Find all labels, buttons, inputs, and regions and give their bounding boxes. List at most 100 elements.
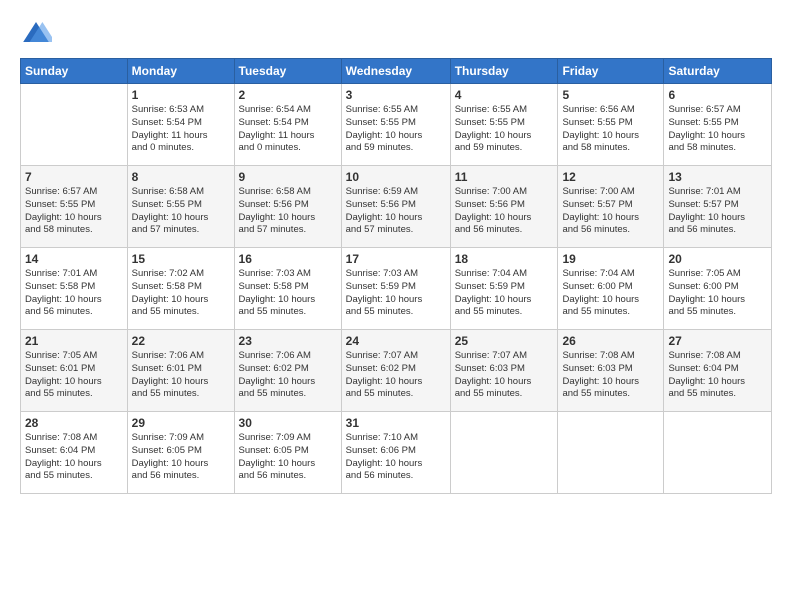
calendar-cell: [450, 412, 558, 494]
calendar-cell: 2 Sunrise: 6:54 AM Sunset: 5:54 PM Daylig…: [234, 84, 341, 166]
calendar-cell: 10 Sunrise: 6:59 AM Sunset: 5:56 PM Dayli…: [341, 166, 450, 248]
day-number: 19: [562, 252, 659, 266]
calendar-cell: 15 Sunrise: 7:02 AM Sunset: 5:58 PM Dayli…: [127, 248, 234, 330]
day-number: 21: [25, 334, 123, 348]
day-number: 2: [239, 88, 337, 102]
calendar-week: 21 Sunrise: 7:05 AM Sunset: 6:01 PM Dayli…: [21, 330, 772, 412]
day-info: Sunrise: 7:00 AM Sunset: 5:57 PM Dayligh…: [562, 186, 659, 237]
calendar-cell: 23Sunrise: 7:06 AM Sunset: 6:02 PM Dayli…: [234, 330, 341, 412]
day-number: 16: [239, 252, 337, 266]
day-number: 27: [668, 334, 767, 348]
calendar-cell: 17 Sunrise: 7:03 AM Sunset: 5:59 PM Dayli…: [341, 248, 450, 330]
calendar-header: SundayMondayTuesdayWednesdayThursdayFrid…: [21, 59, 772, 84]
day-number: 15: [132, 252, 230, 266]
day-info: Sunrise: 7:03 AM Sunset: 5:59 PM Dayligh…: [346, 268, 446, 319]
day-info: Sunrise: 7:05 AM Sunset: 6:01 PM Dayligh…: [25, 350, 123, 401]
day-info: Sunrise: 7:09 AM Sunset: 6:05 PM Dayligh…: [239, 432, 337, 483]
calendar-cell: 6Sunrise: 6:57 AM Sunset: 5:55 PM Daylig…: [664, 84, 772, 166]
day-info: Sunrise: 6:57 AM Sunset: 5:55 PM Dayligh…: [668, 104, 767, 155]
calendar: SundayMondayTuesdayWednesdayThursdayFrid…: [20, 58, 772, 494]
calendar-cell: 4 Sunrise: 6:55 AM Sunset: 5:55 PM Daylig…: [450, 84, 558, 166]
day-number: 20: [668, 252, 767, 266]
calendar-cell: 13 Sunrise: 7:01 AM Sunset: 5:57 PM Dayli…: [664, 166, 772, 248]
day-number: 18: [455, 252, 554, 266]
day-info: Sunrise: 6:57 AM Sunset: 5:55 PM Dayligh…: [25, 186, 123, 237]
day-info: Sunrise: 7:09 AM Sunset: 6:05 PM Dayligh…: [132, 432, 230, 483]
calendar-cell: 30 Sunrise: 7:09 AM Sunset: 6:05 PM Dayli…: [234, 412, 341, 494]
day-number: 4: [455, 88, 554, 102]
day-number: 1: [132, 88, 230, 102]
day-number: 3: [346, 88, 446, 102]
weekday-header: Monday: [127, 59, 234, 84]
day-number: 14: [25, 252, 123, 266]
day-number: 23: [239, 334, 337, 348]
calendar-cell: 31Sunrise: 7:10 AM Sunset: 6:06 PM Dayli…: [341, 412, 450, 494]
day-number: 7: [25, 170, 123, 184]
calendar-cell: 20 Sunrise: 7:05 AM Sunset: 6:00 PM Dayli…: [664, 248, 772, 330]
weekday-header: Thursday: [450, 59, 558, 84]
day-number: 31: [346, 416, 446, 430]
day-info: Sunrise: 7:00 AM Sunset: 5:56 PM Dayligh…: [455, 186, 554, 237]
calendar-cell: 24 Sunrise: 7:07 AM Sunset: 6:02 PM Dayli…: [341, 330, 450, 412]
calendar-body: 1Sunrise: 6:53 AM Sunset: 5:54 PM Daylig…: [21, 84, 772, 494]
day-number: 9: [239, 170, 337, 184]
day-number: 17: [346, 252, 446, 266]
day-info: Sunrise: 7:08 AM Sunset: 6:04 PM Dayligh…: [668, 350, 767, 401]
page: SundayMondayTuesdayWednesdayThursdayFrid…: [0, 0, 792, 612]
calendar-cell: 9Sunrise: 6:58 AM Sunset: 5:56 PM Daylig…: [234, 166, 341, 248]
calendar-cell: 12 Sunrise: 7:00 AM Sunset: 5:57 PM Dayli…: [558, 166, 664, 248]
weekday-header: Friday: [558, 59, 664, 84]
day-info: Sunrise: 7:02 AM Sunset: 5:58 PM Dayligh…: [132, 268, 230, 319]
calendar-cell: 22Sunrise: 7:06 AM Sunset: 6:01 PM Dayli…: [127, 330, 234, 412]
logo-icon: [20, 18, 52, 50]
day-number: 29: [132, 416, 230, 430]
calendar-cell: [664, 412, 772, 494]
day-info: Sunrise: 7:08 AM Sunset: 6:04 PM Dayligh…: [25, 432, 123, 483]
calendar-week: 7 Sunrise: 6:57 AM Sunset: 5:55 PM Daylig…: [21, 166, 772, 248]
calendar-cell: 1Sunrise: 6:53 AM Sunset: 5:54 PM Daylig…: [127, 84, 234, 166]
day-number: 24: [346, 334, 446, 348]
calendar-cell: 5Sunrise: 6:56 AM Sunset: 5:55 PM Daylig…: [558, 84, 664, 166]
calendar-cell: 11Sunrise: 7:00 AM Sunset: 5:56 PM Dayli…: [450, 166, 558, 248]
day-info: Sunrise: 7:01 AM Sunset: 5:58 PM Dayligh…: [25, 268, 123, 319]
day-number: 26: [562, 334, 659, 348]
day-info: Sunrise: 6:56 AM Sunset: 5:55 PM Dayligh…: [562, 104, 659, 155]
calendar-week: 14 Sunrise: 7:01 AM Sunset: 5:58 PM Dayli…: [21, 248, 772, 330]
calendar-cell: 18 Sunrise: 7:04 AM Sunset: 5:59 PM Dayli…: [450, 248, 558, 330]
day-number: 13: [668, 170, 767, 184]
day-number: 30: [239, 416, 337, 430]
header: [20, 18, 772, 50]
day-info: Sunrise: 6:55 AM Sunset: 5:55 PM Dayligh…: [346, 104, 446, 155]
day-info: Sunrise: 7:07 AM Sunset: 6:02 PM Dayligh…: [346, 350, 446, 401]
calendar-cell: 8Sunrise: 6:58 AM Sunset: 5:55 PM Daylig…: [127, 166, 234, 248]
day-info: Sunrise: 7:04 AM Sunset: 5:59 PM Dayligh…: [455, 268, 554, 319]
calendar-cell: 29 Sunrise: 7:09 AM Sunset: 6:05 PM Dayli…: [127, 412, 234, 494]
calendar-cell: 19Sunrise: 7:04 AM Sunset: 6:00 PM Dayli…: [558, 248, 664, 330]
day-info: Sunrise: 7:01 AM Sunset: 5:57 PM Dayligh…: [668, 186, 767, 237]
weekday-header: Wednesday: [341, 59, 450, 84]
day-info: Sunrise: 7:07 AM Sunset: 6:03 PM Dayligh…: [455, 350, 554, 401]
day-info: Sunrise: 6:55 AM Sunset: 5:55 PM Dayligh…: [455, 104, 554, 155]
calendar-cell: [558, 412, 664, 494]
calendar-cell: 16Sunrise: 7:03 AM Sunset: 5:58 PM Dayli…: [234, 248, 341, 330]
logo: [20, 18, 56, 50]
day-info: Sunrise: 7:06 AM Sunset: 6:01 PM Dayligh…: [132, 350, 230, 401]
calendar-cell: 28 Sunrise: 7:08 AM Sunset: 6:04 PM Dayli…: [21, 412, 128, 494]
calendar-cell: 21 Sunrise: 7:05 AM Sunset: 6:01 PM Dayli…: [21, 330, 128, 412]
day-info: Sunrise: 7:05 AM Sunset: 6:00 PM Dayligh…: [668, 268, 767, 319]
weekday-header: Sunday: [21, 59, 128, 84]
calendar-cell: 3 Sunrise: 6:55 AM Sunset: 5:55 PM Daylig…: [341, 84, 450, 166]
weekday-header: Tuesday: [234, 59, 341, 84]
day-number: 10: [346, 170, 446, 184]
calendar-week: 28 Sunrise: 7:08 AM Sunset: 6:04 PM Dayli…: [21, 412, 772, 494]
day-number: 8: [132, 170, 230, 184]
day-info: Sunrise: 6:59 AM Sunset: 5:56 PM Dayligh…: [346, 186, 446, 237]
calendar-cell: 14 Sunrise: 7:01 AM Sunset: 5:58 PM Dayli…: [21, 248, 128, 330]
calendar-cell: 26Sunrise: 7:08 AM Sunset: 6:03 PM Dayli…: [558, 330, 664, 412]
weekday-row: SundayMondayTuesdayWednesdayThursdayFrid…: [21, 59, 772, 84]
day-number: 25: [455, 334, 554, 348]
day-number: 28: [25, 416, 123, 430]
day-number: 12: [562, 170, 659, 184]
weekday-header: Saturday: [664, 59, 772, 84]
day-info: Sunrise: 6:54 AM Sunset: 5:54 PM Dayligh…: [239, 104, 337, 155]
